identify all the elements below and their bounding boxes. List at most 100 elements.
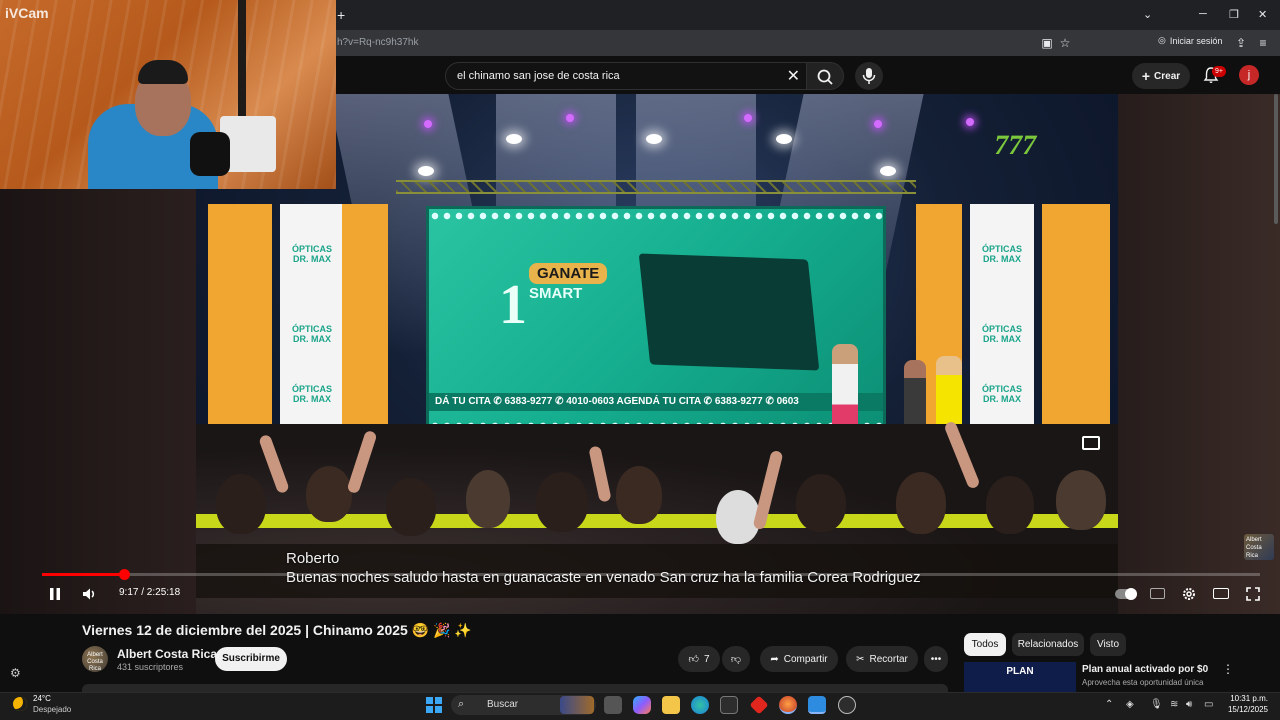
share-label: Compartir bbox=[783, 653, 828, 665]
banner-brand: ÓPTICAS DR. MAX bbox=[981, 384, 1022, 404]
create-button[interactable]: + Crear bbox=[1132, 63, 1190, 89]
side-thumbnail[interactable]: Albert Costa Rica bbox=[1244, 534, 1274, 560]
chip-visto[interactable]: Visto bbox=[1090, 633, 1126, 656]
page-scrollbar[interactable] bbox=[1274, 94, 1278, 224]
url-text[interactable]: h?v=Rq-nc9h37hk bbox=[337, 37, 418, 48]
screen-ganate: GANATE bbox=[529, 263, 608, 284]
like-count: 7 bbox=[703, 653, 710, 665]
ivcam-app-icon[interactable] bbox=[808, 696, 826, 714]
chip-todos[interactable]: Todos bbox=[964, 633, 1006, 656]
clip-button[interactable]: ✂ Recortar bbox=[846, 646, 918, 672]
volume-tray-icon[interactable]: 🔊︎ bbox=[1186, 699, 1192, 710]
bookmark-star-icon[interactable]: ☆ bbox=[1058, 36, 1072, 50]
stage-spotlight bbox=[418, 166, 434, 176]
screen-smart: SMART bbox=[529, 285, 583, 302]
stage-spotlight bbox=[646, 134, 662, 144]
progress-track[interactable] bbox=[42, 573, 1260, 576]
volume-icon[interactable] bbox=[81, 586, 97, 602]
search-button[interactable] bbox=[806, 62, 844, 90]
wifi-icon[interactable]: ≋ bbox=[1170, 699, 1178, 710]
promo-menu-icon[interactable]: ⋮ bbox=[1222, 662, 1234, 676]
plus-icon: + bbox=[1141, 68, 1151, 84]
clear-search-icon[interactable]: ✕ bbox=[787, 66, 800, 86]
search-input[interactable]: el chinamo san jose de costa rica bbox=[457, 70, 620, 82]
channel-name[interactable]: Albert Costa Rica bbox=[117, 647, 217, 661]
miniplayer-icon[interactable] bbox=[1082, 436, 1100, 450]
microphone-stand bbox=[190, 132, 230, 176]
tab-list-chevron-icon[interactable]: ⌄ bbox=[1143, 8, 1152, 21]
channel-avatar[interactable]: Albert Costa Rica bbox=[82, 646, 108, 672]
progress-fill bbox=[42, 573, 125, 576]
weather-description[interactable]: Despejado bbox=[33, 705, 71, 714]
browser-menu-icon[interactable]: ≡ bbox=[1256, 36, 1270, 50]
screen-number: 1 bbox=[499, 274, 527, 336]
promo-title[interactable]: Plan anual activado por $0 bbox=[1082, 664, 1208, 675]
battery-icon[interactable]: ▭ bbox=[1204, 699, 1213, 710]
eyewear-banner bbox=[208, 204, 272, 442]
copilot-icon[interactable] bbox=[633, 696, 651, 714]
stage-spotlight bbox=[506, 134, 522, 144]
subtitles-icon[interactable] bbox=[1150, 588, 1165, 599]
taskbar-clock[interactable]: 10:31 p.m. bbox=[1228, 694, 1268, 703]
install-app-icon[interactable]: ▣ bbox=[1040, 36, 1054, 50]
banner-brand: ÓPTICAS DR. MAX bbox=[981, 244, 1022, 264]
signin-button[interactable]: ◎ Iniciar sesión bbox=[1158, 35, 1222, 46]
opticas-banner: ÓPTICAS DR. MAX ÓPTICAS DR. MAX ÓPTICAS DR.… bbox=[970, 204, 1034, 442]
tray-app-icon[interactable]: ◈ bbox=[1126, 699, 1134, 710]
task-view-icon[interactable] bbox=[604, 696, 622, 714]
store-icon[interactable] bbox=[720, 696, 738, 714]
theater-mode-icon[interactable] bbox=[1213, 588, 1229, 599]
file-explorer-icon[interactable] bbox=[662, 696, 680, 714]
more-actions-button[interactable]: ••• bbox=[924, 646, 948, 672]
weather-temperature[interactable]: 24°C bbox=[33, 694, 51, 703]
promo-thumbnail[interactable]: PLAN bbox=[964, 662, 1076, 692]
close-window-icon[interactable]: ✕ bbox=[1258, 8, 1267, 21]
video-title: Viernes 12 de diciembre del 2025 | China… bbox=[82, 622, 472, 638]
edge-icon[interactable] bbox=[691, 696, 709, 714]
webcam-overlay: iVCam bbox=[0, 0, 336, 189]
firefox-icon[interactable] bbox=[779, 696, 797, 714]
voice-search-button[interactable] bbox=[855, 62, 883, 90]
audience-head bbox=[896, 472, 946, 534]
windows-start-button[interactable] bbox=[426, 697, 442, 713]
like-button[interactable]: 👍︎ 7 bbox=[678, 646, 720, 672]
audience-head bbox=[216, 474, 266, 534]
autoplay-toggle[interactable] bbox=[1115, 588, 1137, 600]
banner-brand: ÓPTICAS DR. MAX bbox=[291, 384, 332, 404]
caption-text: Buenas noches saludo hasta en guanacaste… bbox=[286, 569, 921, 586]
audience-head bbox=[716, 490, 760, 544]
notifications-badge: 9+ bbox=[1212, 66, 1226, 77]
opticas-banner: ÓPTICAS DR. MAX ÓPTICAS DR. MAX ÓPTICAS DR.… bbox=[280, 204, 344, 442]
audience-head bbox=[306, 466, 352, 522]
audience-head bbox=[986, 476, 1034, 534]
user-icon: ◎ bbox=[1158, 35, 1166, 45]
tray-mic-icon[interactable]: 🎙︎ bbox=[1150, 699, 1163, 710]
settings-gear-icon[interactable]: ⚙ bbox=[10, 666, 21, 680]
audience-head bbox=[386, 478, 436, 536]
extensions-icon[interactable]: ⇪ bbox=[1234, 36, 1248, 50]
description-box[interactable] bbox=[82, 684, 948, 692]
weather-moon-icon[interactable] bbox=[13, 697, 27, 711]
pause-icon[interactable] bbox=[47, 586, 63, 602]
tray-chevron-icon[interactable]: ⌃ bbox=[1105, 699, 1113, 710]
minimize-icon[interactable]: ─ bbox=[1199, 8, 1207, 20]
dislike-button[interactable]: 👎︎ bbox=[722, 646, 750, 672]
fullscreen-icon[interactable] bbox=[1245, 586, 1261, 602]
taskbar-date[interactable]: 15/12/2025 bbox=[1218, 705, 1268, 714]
search-icon bbox=[817, 69, 833, 85]
account-avatar[interactable]: j bbox=[1239, 65, 1259, 85]
share-button[interactable]: ➦ Compartir bbox=[760, 646, 838, 672]
settings-gear-icon[interactable] bbox=[1181, 586, 1197, 602]
purple-light bbox=[874, 120, 882, 128]
search-box[interactable]: el chinamo san jose de costa rica ✕ bbox=[445, 62, 807, 90]
maximize-icon[interactable]: ❐ bbox=[1229, 8, 1239, 21]
banner-brand: ÓPTICAS DR. MAX bbox=[981, 324, 1022, 344]
chatgpt-icon[interactable] bbox=[838, 696, 856, 714]
thumbs-down-icon: 👎︎ bbox=[730, 654, 742, 665]
create-label: Crear bbox=[1154, 70, 1181, 82]
new-tab-button[interactable]: + bbox=[337, 7, 345, 23]
search-highlight-image[interactable] bbox=[560, 696, 594, 714]
subscribe-button[interactable]: Suscribirme bbox=[215, 647, 287, 671]
chip-relacionados[interactable]: Relacionados bbox=[1012, 633, 1084, 656]
screen-dot-row bbox=[429, 211, 883, 221]
